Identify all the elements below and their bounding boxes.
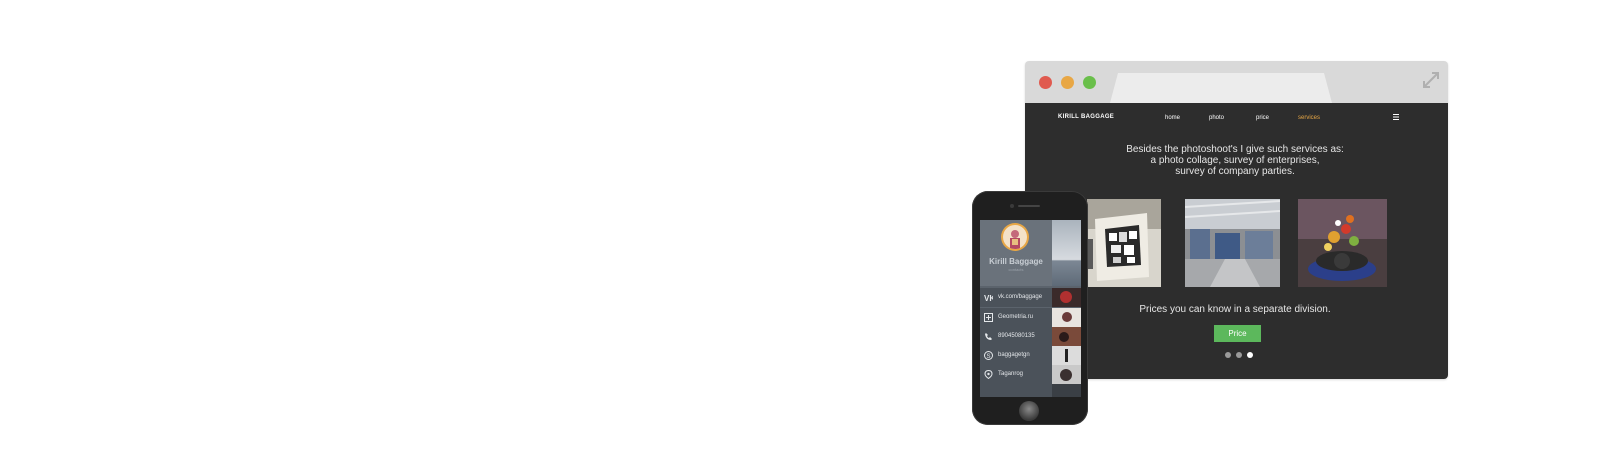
contact-text: Geometria.ru — [998, 314, 1034, 320]
location-icon — [984, 370, 993, 379]
service-thumb-party[interactable] — [1298, 199, 1387, 287]
side-photo[interactable] — [1052, 288, 1081, 307]
avatar-photo-icon — [1010, 230, 1020, 249]
nav-services[interactable]: services — [1298, 115, 1320, 121]
browser-tab[interactable] — [1110, 73, 1332, 103]
skype-icon: S — [984, 351, 993, 360]
side-photo[interactable] — [1052, 327, 1081, 346]
browser-mockup: Kirill Baggage home photo price services… — [1025, 61, 1448, 379]
contact-skype[interactable]: S baggagetgn — [980, 346, 1052, 365]
menu-icon[interactable] — [1392, 113, 1400, 121]
slider-dot-active[interactable] — [1247, 352, 1253, 358]
svg-text:VK: VK — [984, 294, 993, 302]
maximize-dot[interactable] — [1083, 76, 1096, 89]
slider-dot[interactable] — [1236, 352, 1242, 358]
intro-line: survey of company parties. — [1175, 166, 1295, 177]
phone-mockup: Kirill Baggage contacts VK vk.com/baggag… — [972, 191, 1088, 425]
contact-site[interactable]: Geometria.ru — [980, 308, 1052, 327]
contact-text: vk.com/baggage — [998, 294, 1043, 300]
phone-camera — [1010, 204, 1014, 208]
nav-home[interactable]: home — [1165, 115, 1180, 121]
contact-phone[interactable]: 89045080135 — [980, 327, 1052, 346]
avatar[interactable] — [1001, 223, 1029, 251]
home-button[interactable] — [1019, 401, 1039, 421]
nav-price[interactable]: price — [1256, 115, 1269, 121]
phone-speaker — [1018, 205, 1040, 207]
side-photo[interactable] — [1052, 365, 1081, 384]
nav-photo[interactable]: photo — [1209, 115, 1224, 121]
side-photo-sky — [1052, 220, 1081, 286]
contact-text: Taganrog — [998, 371, 1024, 377]
slider-dot[interactable] — [1225, 352, 1231, 358]
service-thumb-collage[interactable] — [1087, 199, 1161, 287]
contact-location[interactable]: Taganrog — [980, 365, 1052, 384]
contact-vk[interactable]: VK vk.com/baggage — [980, 288, 1052, 307]
side-photo — [1052, 384, 1081, 397]
minimize-dot[interactable] — [1061, 76, 1074, 89]
service-thumb-enterprise[interactable] — [1185, 199, 1280, 287]
side-photo[interactable] — [1052, 346, 1081, 365]
phone-screen: Kirill Baggage contacts VK vk.com/baggag… — [980, 220, 1081, 397]
browser-chrome — [1025, 61, 1448, 103]
intro-line: Besides the photoshoot's I give such ser… — [1126, 144, 1344, 155]
contact-row-empty — [980, 384, 1052, 397]
services-intro: Besides the photoshoot's I give such ser… — [1085, 144, 1385, 177]
profile-name: Kirill Baggage — [989, 257, 1043, 266]
svg-text:S: S — [987, 354, 991, 360]
phone-icon — [985, 333, 992, 340]
vk-icon: VK — [984, 294, 993, 302]
site-icon — [984, 313, 993, 322]
price-button[interactable]: Price — [1214, 325, 1261, 342]
site-logo[interactable]: Kirill Baggage — [1058, 114, 1114, 120]
profile-subtitle: contacts — [1008, 267, 1024, 272]
contact-text: baggagetgn — [998, 352, 1030, 358]
profile-header: Kirill Baggage contacts — [980, 220, 1052, 286]
contact-text: 89045080135 — [998, 333, 1035, 339]
close-dot[interactable] — [1039, 76, 1052, 89]
expand-icon[interactable] — [1422, 71, 1440, 89]
side-photo[interactable] — [1052, 308, 1081, 327]
intro-line: a photo collage, survey of enterprises, — [1150, 155, 1320, 166]
prices-text: Prices you can know in a separate divisi… — [1139, 304, 1331, 315]
website-view: Kirill Baggage home photo price services… — [1025, 103, 1448, 379]
